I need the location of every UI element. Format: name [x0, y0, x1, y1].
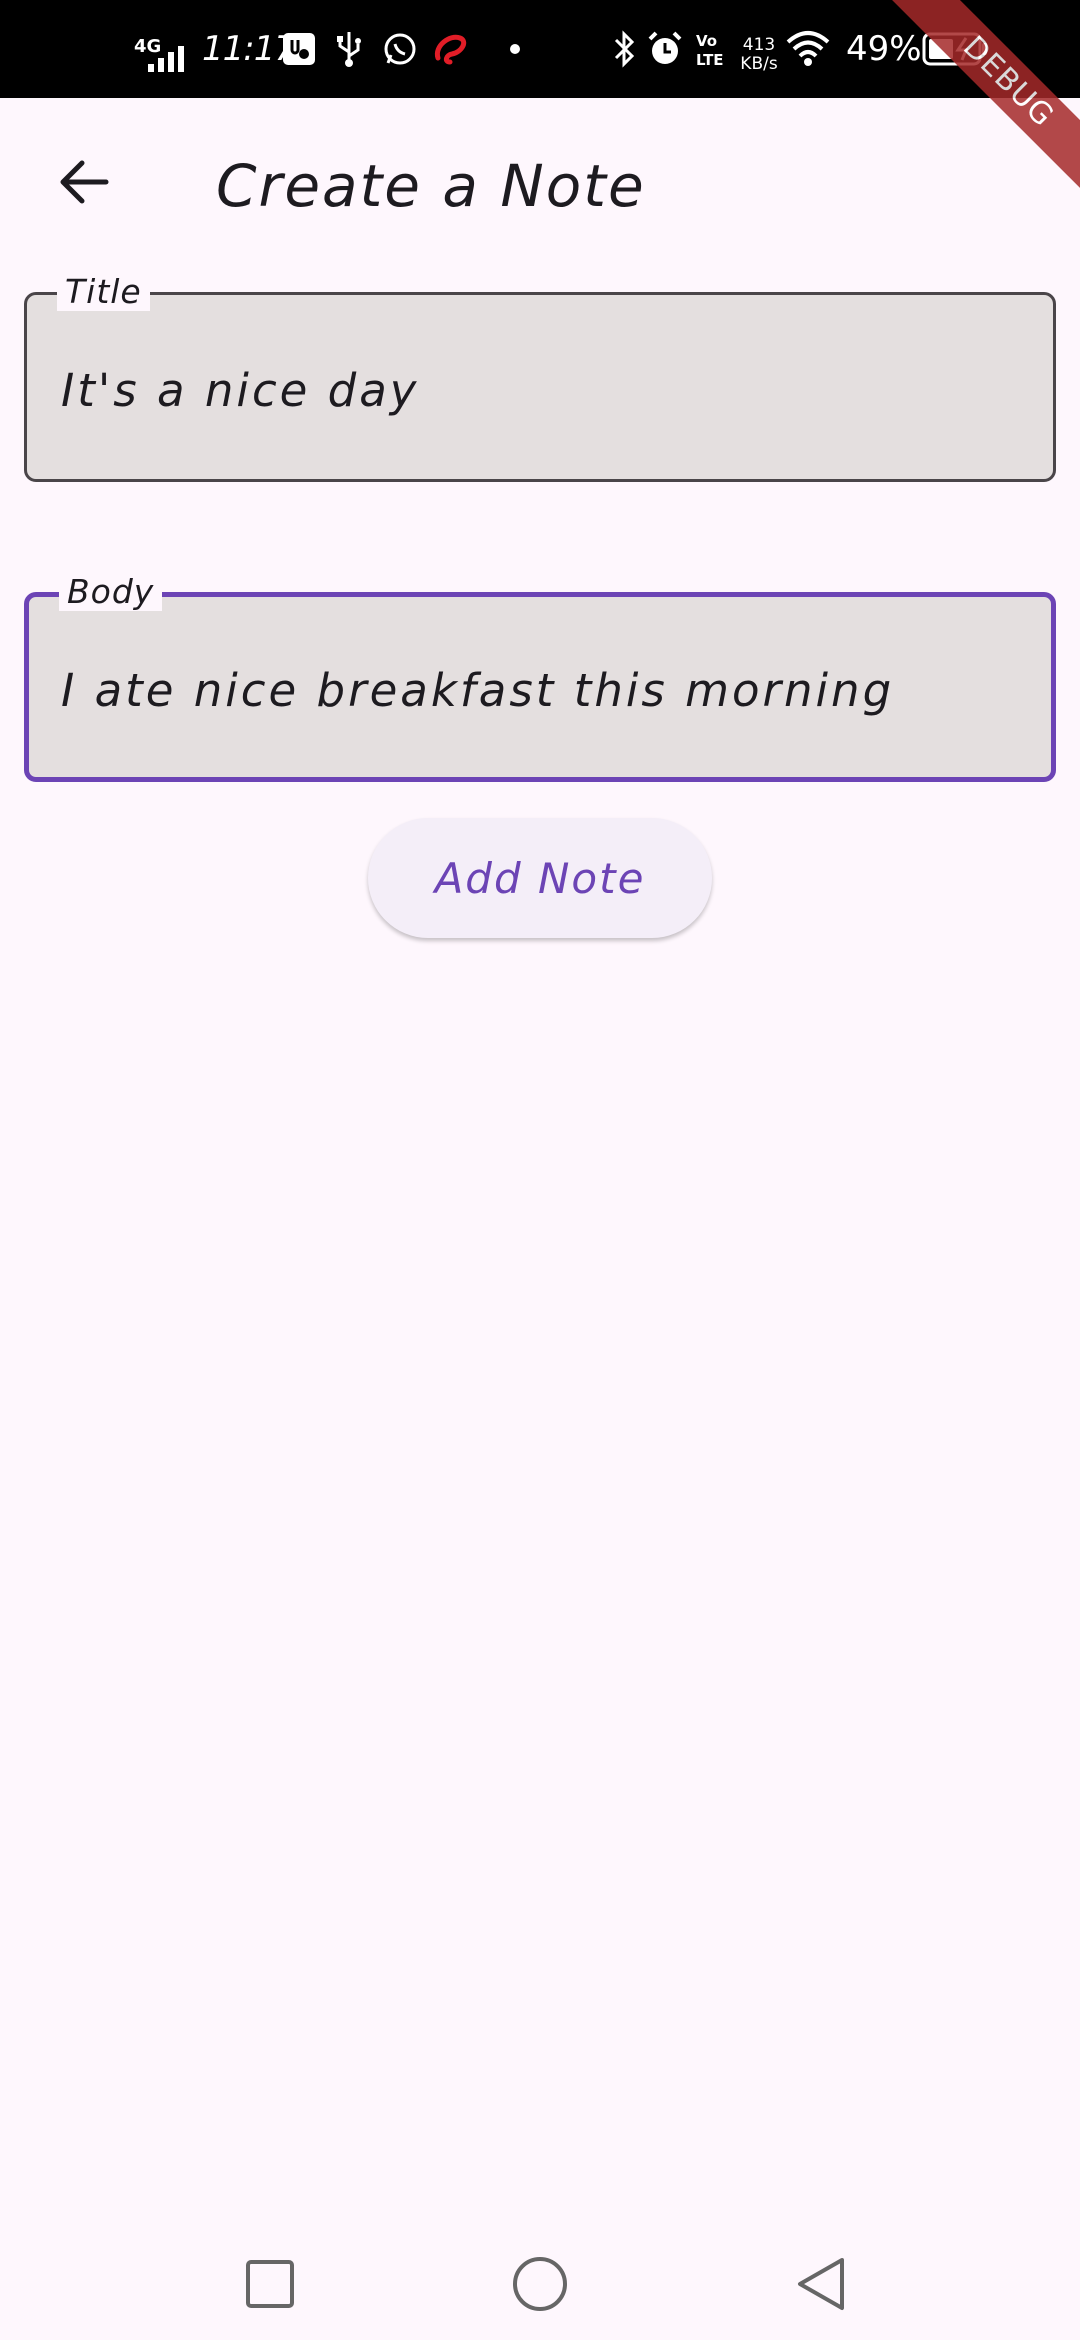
recents-button[interactable]: [230, 2244, 310, 2324]
cellular-signal-indicator: 4G: [134, 0, 190, 98]
title-field[interactable]: Title It's a nice day: [24, 273, 1056, 482]
title-field-value[interactable]: It's a nice day: [61, 295, 419, 479]
signal-bars-icon: [148, 46, 184, 72]
wifi-icon: [786, 0, 830, 98]
usb-settings-icon: [282, 0, 316, 98]
app-bar: Create a Note: [0, 98, 1080, 266]
whatsapp-icon: [382, 0, 418, 98]
arrow-left-icon: [60, 160, 109, 204]
system-back-button[interactable]: [782, 2244, 862, 2324]
back-button[interactable]: [42, 140, 126, 224]
usb-icon: [334, 0, 364, 98]
svg-text:Vo: Vo: [696, 32, 717, 50]
airtel-icon: [432, 0, 470, 98]
home-button[interactable]: [500, 2244, 580, 2324]
volte-icon: Vo LTE: [694, 0, 730, 98]
alarm-icon: [646, 0, 684, 98]
page-title: Create a Note: [216, 152, 646, 220]
circle-icon: [513, 2257, 567, 2311]
notification-dot-icon: [508, 0, 522, 98]
network-speed-value: 413: [742, 35, 776, 55]
svg-text:LTE: LTE: [696, 51, 724, 69]
network-speed: 413 KB/s: [734, 36, 784, 74]
system-navigation-bar: [0, 2214, 1080, 2340]
square-icon: [246, 2260, 294, 2308]
body-field[interactable]: Body I ate nice breakfast this morning: [24, 573, 1056, 782]
bluetooth-icon: [612, 0, 638, 98]
network-speed-unit: KB/s: [740, 54, 778, 74]
body-field-value[interactable]: I ate nice breakfast this morning: [61, 597, 894, 777]
triangle-back-icon: [798, 2258, 844, 2310]
add-note-button[interactable]: Add Note: [368, 818, 712, 938]
